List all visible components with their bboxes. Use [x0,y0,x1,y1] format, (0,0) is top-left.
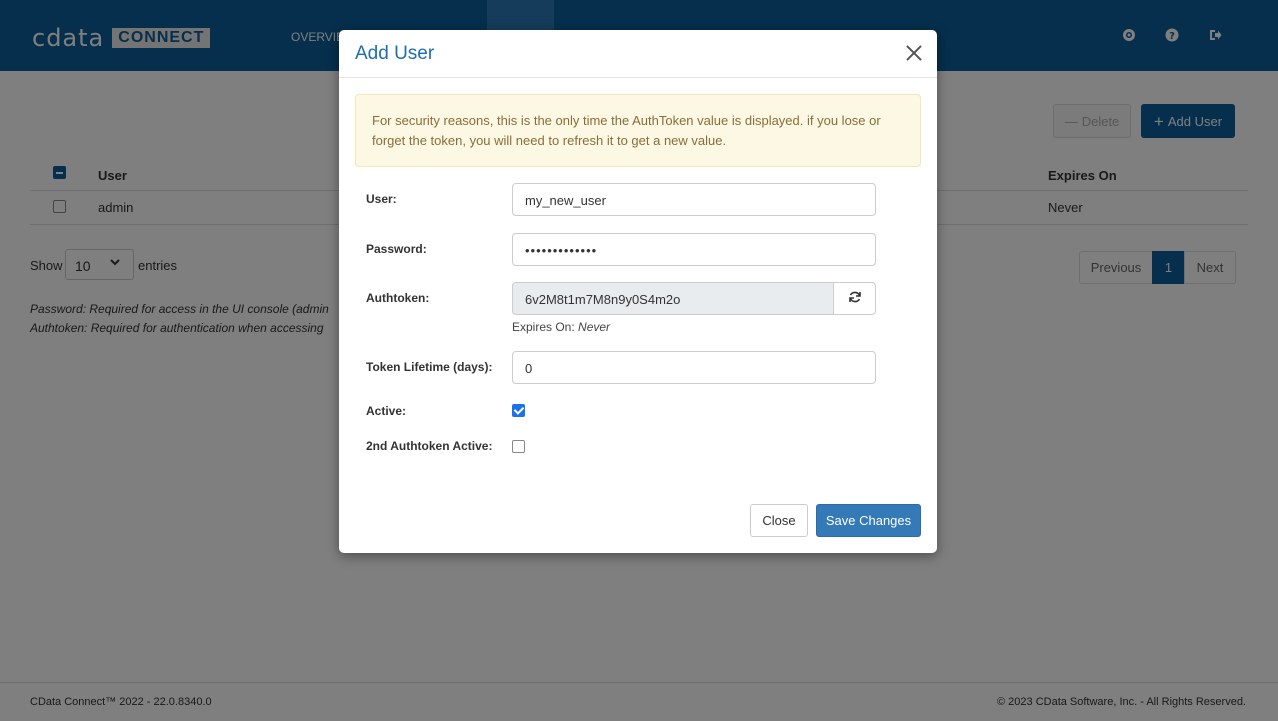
user-field-label: User: [366,192,397,206]
refresh-icon [848,290,862,307]
active-label: Active: [366,404,407,418]
refresh-token-button[interactable] [833,282,876,315]
password-input[interactable]: ••••••••••••• [512,233,876,266]
add-user-dialog: Add User For security reasons, this is t… [339,30,937,553]
token-expires-text: Expires On: Never [512,320,610,334]
second-authtoken-checkbox[interactable] [512,440,525,453]
close-button[interactable]: Close [750,504,808,537]
save-changes-button[interactable]: Save Changes [816,504,921,537]
active-checkbox[interactable] [512,404,525,417]
token-lifetime-input[interactable]: 0 [512,351,876,384]
user-name-input[interactable]: my_new_user [512,183,876,216]
authtoken-field-label: Authtoken: [366,291,430,305]
expires-value: Never [578,320,611,334]
expires-prefix: Expires On: [512,320,579,334]
authtoken-input: 6v2M8t1m7M8n9y0S4m2o [512,282,834,315]
password-field-label: Password: [366,242,427,256]
second-authtoken-label: 2nd Authtoken Active: [366,439,493,453]
dialog-header-divider [339,77,937,78]
dialog-title: Add User [355,43,435,64]
token-lifetime-label: Token Lifetime (days): [366,360,493,374]
close-icon[interactable] [905,44,923,62]
security-warning-alert: For security reasons, this is the only t… [355,94,921,167]
